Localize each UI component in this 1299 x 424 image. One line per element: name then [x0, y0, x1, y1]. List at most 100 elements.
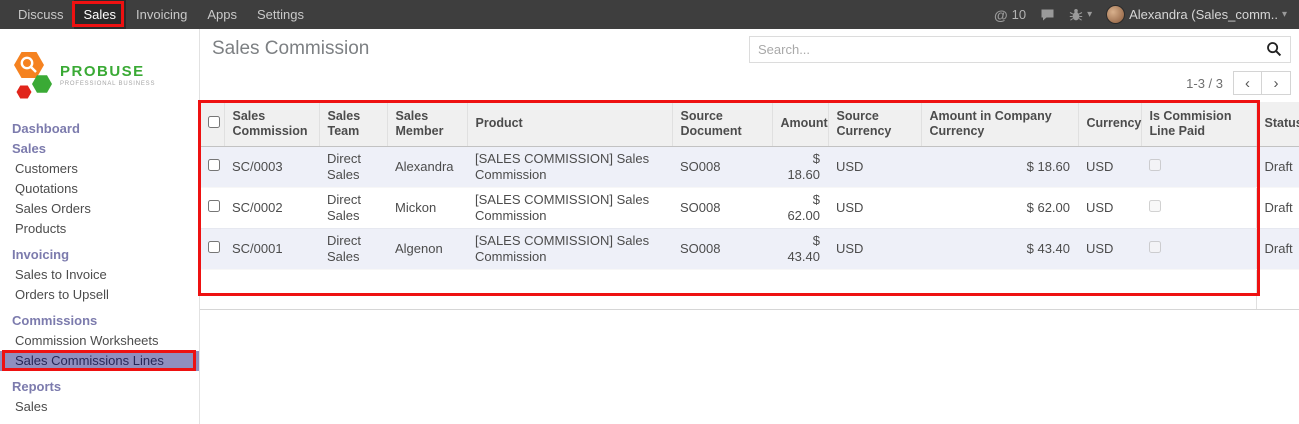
pager-next-button[interactable]: › — [1262, 71, 1291, 95]
table-row[interactable]: SC/0003 Direct Sales Alexandra [SALES CO… — [200, 146, 1299, 187]
col-is-commission-line-paid[interactable]: Is Commision Line Paid — [1141, 102, 1256, 146]
sidebar-item-orders-to-upsell[interactable]: Orders to Upsell — [0, 285, 199, 305]
col-sales-member[interactable]: Sales Member — [387, 102, 467, 146]
cell-source-document: SO008 — [672, 146, 772, 187]
page-title: Sales Commission — [212, 38, 369, 60]
table-row[interactable]: SC/0001 Direct Sales Algenon [SALES COMM… — [200, 228, 1299, 269]
row-select-checkbox[interactable] — [208, 241, 220, 253]
col-source-document[interactable]: Source Document — [672, 102, 772, 146]
select-all-checkbox[interactable] — [208, 116, 220, 128]
cell-amount: $ 62.00 — [772, 187, 828, 228]
logo-hexagons-icon — [12, 48, 54, 102]
logo-subtitle: PROFESSIONAL BUSINESS — [60, 81, 155, 87]
cell-paid — [1141, 187, 1256, 228]
caret-down-icon: ▾ — [1087, 9, 1092, 20]
sidebar-item-customers[interactable]: Customers — [0, 159, 199, 179]
cell-product: [SALES COMMISSION] Sales Commission — [467, 187, 672, 228]
cell-source-document: SO008 — [672, 228, 772, 269]
caret-down-icon: ▾ — [1282, 9, 1287, 20]
col-amount[interactable]: Amount — [772, 102, 828, 146]
row-select-checkbox[interactable] — [208, 159, 220, 171]
search-button[interactable] — [1264, 39, 1284, 59]
col-source-currency[interactable]: Source Currency — [828, 102, 921, 146]
table-header-row: Sales Commission Sales Team Sales Member… — [200, 102, 1299, 146]
sidebar-heading-sales[interactable]: Sales — [0, 139, 199, 159]
cell-currency: USD — [1078, 187, 1141, 228]
cell-member: Alexandra — [387, 146, 467, 187]
cell-amount: $ 18.60 — [772, 146, 828, 187]
cell-commission: SC/0001 — [224, 228, 319, 269]
cell-product: [SALES COMMISSION] Sales Commission — [467, 146, 672, 187]
cell-team: Direct Sales — [319, 228, 387, 269]
col-amount-company-currency[interactable]: Amount in Company Currency — [921, 102, 1078, 146]
cell-source-currency: USD — [828, 146, 921, 187]
pager-previous-button[interactable]: ‹ — [1233, 71, 1262, 95]
cell-amount: $ 43.40 — [772, 228, 828, 269]
user-menu[interactable]: Alexandra (Sales_comm.. ▾ — [1106, 5, 1287, 24]
menu-sales[interactable]: Sales — [74, 0, 127, 29]
col-product[interactable]: Product — [467, 102, 672, 146]
sidebar-item-commission-worksheets[interactable]: Commission Worksheets — [0, 331, 199, 351]
cell-source-currency: USD — [828, 228, 921, 269]
company-logo: PROBUSE PROFESSIONAL BUSINESS — [0, 29, 199, 119]
sidebar-item-reports-sales[interactable]: Sales — [0, 397, 199, 417]
chat-button[interactable] — [1040, 8, 1055, 22]
sidebar: PROBUSE PROFESSIONAL BUSINESS Dashboard … — [0, 29, 200, 424]
sidebar-item-products[interactable]: Products — [0, 219, 199, 239]
cell-paid — [1141, 146, 1256, 187]
col-sales-commission[interactable]: Sales Commission — [224, 102, 319, 146]
table-footer-row — [200, 269, 1299, 309]
cell-currency: USD — [1078, 228, 1141, 269]
sidebar-heading-dashboard[interactable]: Dashboard — [0, 119, 199, 139]
bug-icon — [1069, 8, 1083, 22]
control-panel: Sales Commission 1-3 / 3 ‹ › — [200, 29, 1299, 102]
search-box — [749, 36, 1291, 63]
cell-source-currency: USD — [828, 187, 921, 228]
sidebar-item-sales-to-invoice[interactable]: Sales to Invoice — [0, 265, 199, 285]
table-row[interactable]: SC/0002 Direct Sales Mickon [SALES COMMI… — [200, 187, 1299, 228]
row-select-checkbox[interactable] — [208, 200, 220, 212]
paid-checkbox — [1149, 159, 1161, 171]
menu-apps[interactable]: Apps — [197, 0, 247, 29]
logo-title: PROBUSE — [60, 63, 155, 80]
cell-currency: USD — [1078, 146, 1141, 187]
sidebar-heading-invoicing[interactable]: Invoicing — [0, 245, 199, 265]
mentions-counter[interactable]: @ 10 — [994, 7, 1026, 23]
cell-commission: SC/0002 — [224, 187, 319, 228]
avatar — [1106, 5, 1125, 24]
sidebar-nav: Dashboard Sales Customers Quotations Sal… — [0, 119, 199, 417]
cell-source-document: SO008 — [672, 187, 772, 228]
debug-menu[interactable]: ▾ — [1069, 8, 1092, 22]
at-icon: @ — [994, 7, 1008, 23]
col-status[interactable]: Status — [1256, 102, 1299, 146]
paid-checkbox — [1149, 200, 1161, 212]
sidebar-heading-commissions[interactable]: Commissions — [0, 311, 199, 331]
pager-range: 1-3 / 3 — [1186, 76, 1223, 91]
cell-team: Direct Sales — [319, 187, 387, 228]
cell-amount-company: $ 18.60 — [921, 146, 1078, 187]
menu-invoicing[interactable]: Invoicing — [126, 0, 197, 29]
sidebar-heading-reports[interactable]: Reports — [0, 377, 199, 397]
cell-commission: SC/0003 — [224, 146, 319, 187]
top-navbar: Discuss Sales Invoicing Apps Settings @ … — [0, 0, 1299, 29]
cell-member: Mickon — [387, 187, 467, 228]
cell-product: [SALES COMMISSION] Sales Commission — [467, 228, 672, 269]
user-name: Alexandra (Sales_comm.. — [1129, 7, 1278, 22]
menu-discuss[interactable]: Discuss — [8, 0, 74, 29]
col-sales-team[interactable]: Sales Team — [319, 102, 387, 146]
col-currency[interactable]: Currency — [1078, 102, 1141, 146]
cell-amount-company: $ 62.00 — [921, 187, 1078, 228]
cell-status: Draft — [1256, 187, 1299, 228]
sales-commission-table: Sales Commission Sales Team Sales Member… — [200, 102, 1299, 310]
cell-amount-company: $ 43.40 — [921, 228, 1078, 269]
cell-status: Draft — [1256, 146, 1299, 187]
chat-icon — [1040, 8, 1055, 22]
menu-settings[interactable]: Settings — [247, 0, 314, 29]
topbar-right: @ 10 ▾ Alexandra (Sales_comm.. ▾ — [994, 0, 1299, 29]
sidebar-item-sales-commissions-lines[interactable]: Sales Commissions Lines — [0, 351, 199, 371]
sidebar-item-sales-orders[interactable]: Sales Orders — [0, 199, 199, 219]
sidebar-item-quotations[interactable]: Quotations — [0, 179, 199, 199]
search-input[interactable] — [758, 42, 1264, 57]
cell-member: Algenon — [387, 228, 467, 269]
cell-team: Direct Sales — [319, 146, 387, 187]
